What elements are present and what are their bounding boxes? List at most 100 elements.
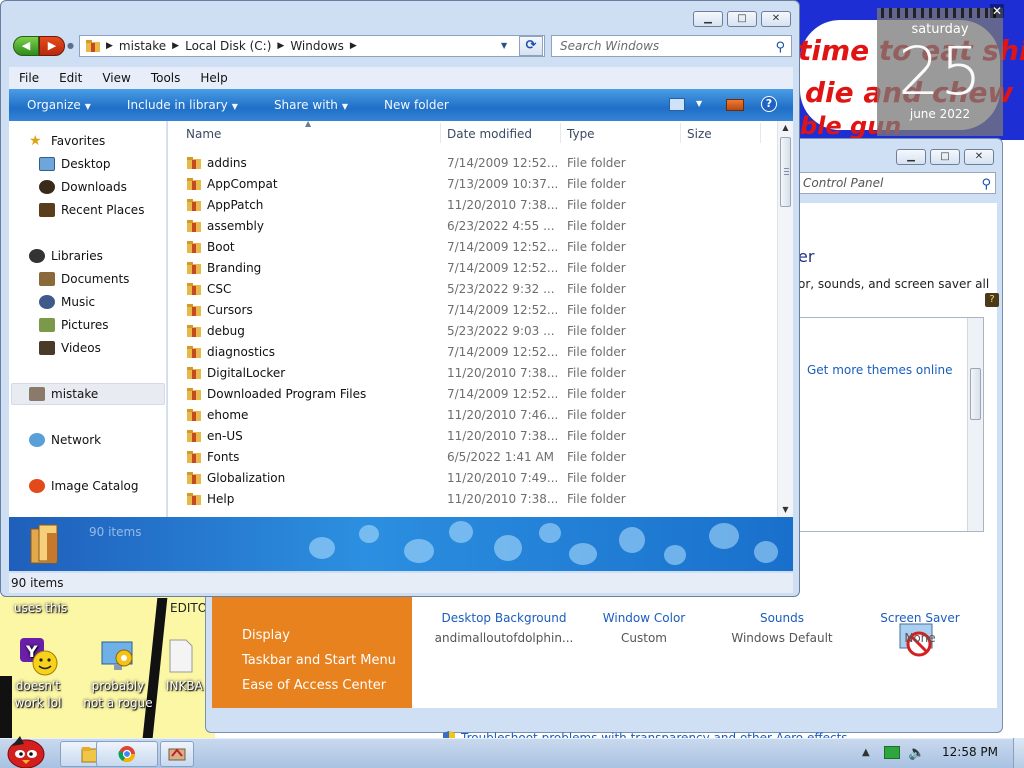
table-row[interactable]: addins 7/14/2009 12:52... File folder	[168, 153, 768, 174]
minimize-button[interactable]: ▁	[693, 11, 723, 27]
column-divider[interactable]	[760, 123, 761, 143]
table-row[interactable]: Downloaded Program Files 7/14/2009 12:52.…	[168, 384, 768, 405]
table-row[interactable]: DigitalLocker 11/20/2010 7:38... File fold…	[168, 363, 768, 384]
table-row[interactable]: Help 11/20/2010 7:38... File folder	[168, 489, 768, 510]
cp-item-sounds[interactable]: Sounds Windows Default	[712, 611, 852, 645]
search-input[interactable]: Search Windows ⚲	[551, 35, 792, 57]
breadcrumb-item[interactable]: mistake	[119, 39, 166, 53]
breadcrumb-separator-icon[interactable]: ▶	[172, 41, 179, 51]
desktop-icon-yahoo[interactable]: Y doesn't work lol	[0, 636, 76, 712]
cp-link-taskbar[interactable]: Taskbar and Start Menu	[242, 653, 396, 668]
cp-close-button[interactable]: ✕	[964, 149, 994, 165]
nav-downloads[interactable]: Downloads	[39, 178, 127, 196]
maximize-button[interactable]: □	[727, 11, 757, 27]
desktop-icon-ink[interactable]: INKBA	[150, 636, 210, 695]
table-row[interactable]: Globalization 11/20/2010 7:49... File fold…	[168, 468, 768, 489]
scroll-down-icon[interactable]: ▼	[778, 503, 793, 517]
new-folder-button[interactable]: New folder	[366, 98, 467, 112]
gadget-close-icon[interactable]: ✕	[990, 4, 1004, 18]
share-with-button[interactable]: Share with ▼	[256, 98, 366, 112]
refresh-button[interactable]: ⟳	[519, 36, 543, 56]
column-divider[interactable]	[680, 123, 681, 143]
show-hidden-icons-icon[interactable]: ▲	[862, 747, 870, 758]
table-row[interactable]: Fonts 6/5/2022 1:41 AM File folder	[168, 447, 768, 468]
table-row[interactable]: Boot 7/14/2009 12:52... File folder	[168, 237, 768, 258]
menu-file[interactable]: File	[9, 71, 49, 85]
menu-view[interactable]: View	[92, 71, 140, 85]
nav-music[interactable]: Music	[39, 293, 95, 311]
table-row[interactable]: AppCompat 7/13/2009 10:37... File folder	[168, 174, 768, 195]
menu-tools[interactable]: Tools	[141, 71, 191, 85]
table-row[interactable]: CSC 5/23/2022 9:32 ... File folder	[168, 279, 768, 300]
search-icon[interactable]: ⚲	[981, 175, 991, 195]
breadcrumb-item[interactable]: Windows	[290, 39, 344, 53]
include-in-library-button[interactable]: Include in library ▼	[109, 98, 256, 112]
scroll-up-icon[interactable]: ▲	[778, 121, 793, 135]
nav-videos[interactable]: Videos	[39, 339, 101, 357]
table-row[interactable]: en-US 11/20/2010 7:38... File folder	[168, 426, 768, 447]
show-desktop-button[interactable]	[1013, 738, 1024, 768]
taskbar-chrome-button[interactable]	[96, 741, 158, 767]
volume-icon[interactable]: 🔈	[908, 745, 925, 761]
preview-pane-icon[interactable]	[726, 99, 744, 111]
help-icon[interactable]: ?	[985, 293, 999, 307]
desktop-icon-rogue[interactable]: probably not a rogue	[80, 636, 156, 712]
scroll-thumb[interactable]	[970, 368, 981, 420]
column-header-date[interactable]: Date modified	[447, 127, 532, 141]
nav-pictures[interactable]: Pictures	[39, 316, 109, 334]
table-row[interactable]: Branding 7/14/2009 12:52... File folder	[168, 258, 768, 279]
taskbar-clock[interactable]: 12:58 PM	[942, 745, 998, 759]
nav-recent-places[interactable]: Recent Places	[39, 201, 144, 219]
search-icon[interactable]: ⚲	[775, 38, 785, 58]
breadcrumb-separator-icon[interactable]: ▶	[350, 41, 357, 51]
cp-themes-list[interactable]: Get more themes online	[798, 317, 984, 532]
breadcrumb-separator-icon[interactable]: ▶	[106, 41, 113, 51]
table-row[interactable]: diagnostics 7/14/2009 12:52... File folder	[168, 342, 768, 363]
table-row[interactable]: AppPatch 11/20/2010 7:38... File folder	[168, 195, 768, 216]
table-row[interactable]: Cursors 7/14/2009 12:52... File folder	[168, 300, 768, 321]
cp-item-screen-saver[interactable]: Screen Saver None	[850, 611, 990, 645]
back-arrow-icon[interactable]: ◀	[13, 36, 39, 56]
nav-desktop[interactable]: Desktop	[39, 155, 111, 173]
change-view-icon[interactable]	[669, 98, 685, 111]
nav-network[interactable]: Network	[29, 431, 101, 449]
taskbar-control-panel-button[interactable]	[160, 741, 194, 767]
nav-image-catalog[interactable]: Image Catalog	[29, 477, 138, 495]
cp-link-display[interactable]: Display	[242, 628, 290, 643]
cp-maximize-button[interactable]: □	[930, 149, 960, 165]
table-row[interactable]: ehome 11/20/2010 7:46... File folder	[168, 405, 768, 426]
column-header-name[interactable]: Name	[186, 127, 221, 141]
calendar-gadget[interactable]: saturday 25 june 2022	[877, 8, 1003, 136]
address-dropdown-icon[interactable]: ▼	[501, 41, 507, 50]
address-bar[interactable]: ▶ mistake ▶ Local Disk (C:) ▶ Windows ▶	[79, 35, 545, 57]
table-row[interactable]: assembly 6/23/2022 4:55 ... File folder	[168, 216, 768, 237]
column-header-type[interactable]: Type	[567, 127, 595, 141]
nav-documents[interactable]: Documents	[39, 270, 129, 288]
scroll-thumb[interactable]	[780, 137, 791, 207]
nav-favorites[interactable]: ★ Favorites	[29, 132, 105, 150]
table-row[interactable]: debug 5/23/2022 9:03 ... File folder	[168, 321, 768, 342]
cp-link-ease-of-access[interactable]: Ease of Access Center	[242, 678, 386, 693]
menu-edit[interactable]: Edit	[49, 71, 92, 85]
column-divider[interactable]	[560, 123, 561, 143]
cp-item-window-color[interactable]: Window Color Custom	[574, 611, 714, 645]
column-divider[interactable]	[440, 123, 441, 143]
breadcrumb-separator-icon[interactable]: ▶	[277, 41, 284, 51]
network-tray-icon[interactable]	[884, 746, 900, 759]
nav-libraries[interactable]: Libraries	[29, 247, 103, 265]
vertical-scrollbar[interactable]: ▲ ▼	[777, 121, 793, 517]
organize-button[interactable]: Organize ▼	[9, 98, 109, 112]
nav-homegroup[interactable]: mistake	[29, 385, 98, 403]
view-dropdown-icon[interactable]: ▼	[696, 99, 702, 108]
start-button-icon[interactable]	[2, 732, 50, 768]
breadcrumb-item[interactable]: Local Disk (C:)	[185, 39, 271, 53]
column-header-size[interactable]: Size	[687, 127, 712, 141]
cp-themes-scrollbar[interactable]	[967, 318, 983, 531]
cp-minimize-button[interactable]: ▁	[896, 149, 926, 165]
cp-item-desktop-background[interactable]: Desktop Background andimalloutofdolphin.…	[434, 611, 574, 645]
menu-help[interactable]: Help	[190, 71, 237, 85]
forward-arrow-icon[interactable]: ▶	[39, 36, 65, 56]
help-icon[interactable]: ?	[761, 96, 777, 112]
cp-search-input[interactable]: Control Panel ⚲	[796, 172, 996, 194]
cp-more-themes-link[interactable]: Get more themes online	[807, 363, 953, 377]
